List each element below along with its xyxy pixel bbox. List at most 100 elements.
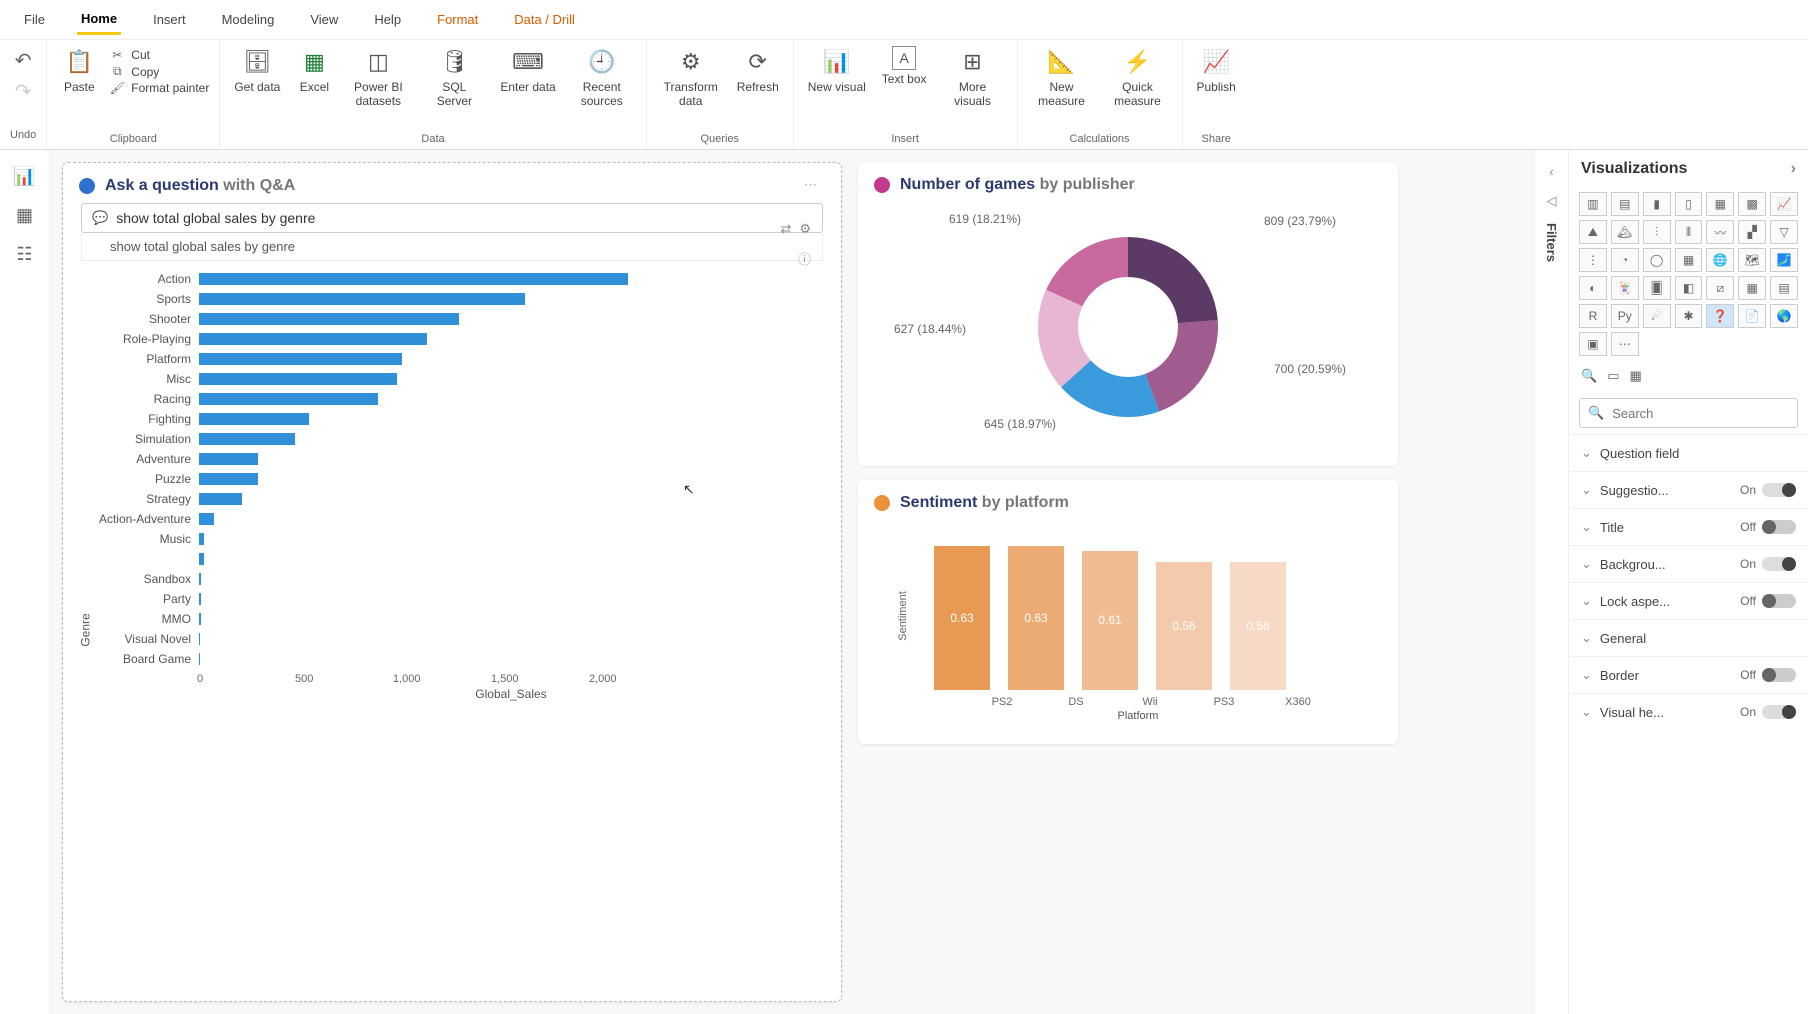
menu-view[interactable]: View [306, 6, 342, 33]
info-icon[interactable]: ⓘ [798, 249, 811, 268]
viz-type-key-influencer[interactable]: ☄ [1643, 304, 1671, 328]
viz-type-map[interactable]: 🌐 [1706, 248, 1734, 272]
qna-suggestion[interactable]: show total global sales by genre [81, 233, 823, 261]
fmt-general[interactable]: ⌄General [1569, 619, 1808, 656]
publisher-donut-visual[interactable]: Number of games by publisher 809 (23.79%… [858, 162, 1398, 466]
menu-insert[interactable]: Insert [149, 6, 190, 33]
cut-button[interactable]: ✂Cut [109, 48, 150, 62]
viz-type-slicer[interactable]: ⧄ [1706, 276, 1734, 300]
chevron-left-icon[interactable]: ‹ [1549, 164, 1553, 179]
viz-type-paginated[interactable]: 📄 [1738, 304, 1766, 328]
fmt-border[interactable]: ⌄Border Off [1569, 656, 1808, 693]
enter-data-button[interactable]: ⌨Enter data [496, 44, 559, 96]
qna-convert-icon[interactable]: ⇄ [780, 221, 791, 237]
chevron-right-icon[interactable]: › [1791, 160, 1796, 178]
transform-data-button[interactable]: ⚙Transform data [657, 44, 725, 111]
viz-type-matrix[interactable]: ▤ [1770, 276, 1798, 300]
viz-type-py[interactable]: Py [1611, 304, 1639, 328]
recent-sources-button[interactable]: 🕘Recent sources [568, 44, 636, 111]
viz-type-arcgis[interactable]: 🌎 [1770, 304, 1798, 328]
pbi-datasets-button[interactable]: ◫Power BI datasets [344, 44, 412, 111]
viz-type-waterfall[interactable]: ▞ [1738, 220, 1766, 244]
viz-type-decomp[interactable]: ✱ [1675, 304, 1703, 328]
format-painter-button[interactable]: 🖌Format painter [109, 81, 209, 95]
refresh-button[interactable]: ⟳Refresh [733, 44, 783, 96]
menu-modeling[interactable]: Modeling [218, 6, 279, 33]
sql-server-button[interactable]: 🛢SQL Server [420, 44, 488, 111]
menu-format[interactable]: Format [433, 6, 482, 33]
menu-help[interactable]: Help [370, 6, 405, 33]
filters-expand-icon[interactable]: ◁ [1547, 193, 1557, 209]
quick-measure-button[interactable]: ⚡Quick measure [1104, 44, 1172, 111]
viz-type-card[interactable]: 🃏 [1611, 276, 1639, 300]
toggle-lock-aspect[interactable] [1762, 594, 1796, 608]
fields-mode-icon[interactable]: ▭ [1607, 368, 1619, 384]
viz-search[interactable]: 🔍 [1579, 398, 1798, 428]
copy-button[interactable]: ⧉Copy [109, 64, 159, 79]
viz-type-treemap[interactable]: ▦ [1675, 248, 1703, 272]
viz-type-clustered-col[interactable]: ▯ [1675, 192, 1703, 216]
fmt-visual-header[interactable]: ⌄Visual he... On [1569, 693, 1808, 730]
viz-type-line[interactable]: 📈 [1770, 192, 1798, 216]
viz-type-gauge[interactable]: ◐ [1579, 276, 1607, 300]
viz-type-donut[interactable]: ◯ [1643, 248, 1671, 272]
qna-input[interactable] [116, 210, 812, 226]
viz-type-area[interactable]: ⛰ [1579, 220, 1607, 244]
fmt-title[interactable]: ⌄Title Off [1569, 508, 1808, 545]
viz-type-line-col2[interactable]: ⫴ [1675, 220, 1703, 244]
viz-type-ribbon[interactable]: 〰 [1706, 220, 1734, 244]
viz-type-qna[interactable]: ❓ [1706, 304, 1734, 328]
viz-type-kpi[interactable]: ◧ [1675, 276, 1703, 300]
qna-settings-icon[interactable]: ⚙ [799, 221, 811, 237]
viz-type-100-col[interactable]: ▩ [1738, 192, 1766, 216]
viz-type-pie[interactable]: ◔ [1611, 248, 1639, 272]
viz-type-stacked-bar[interactable]: ▥ [1579, 192, 1607, 216]
undo-icon[interactable]: ↶ [15, 48, 32, 73]
viz-type-more[interactable]: ⋯ [1611, 332, 1639, 356]
new-measure-button[interactable]: 📐New measure [1028, 44, 1096, 111]
toggle-background[interactable] [1762, 557, 1796, 571]
visual-options-icon[interactable]: ⋯ [804, 177, 819, 193]
fmt-lock-aspect[interactable]: ⌄Lock aspe... Off [1569, 582, 1808, 619]
menu-home[interactable]: Home [77, 5, 121, 35]
toggle-suggestions[interactable] [1762, 483, 1796, 497]
viz-type-line-col[interactable]: ⫶ [1643, 220, 1671, 244]
paste-button[interactable]: 📋 Paste [57, 44, 101, 96]
toggle-visual-header[interactable] [1762, 705, 1796, 719]
viz-type-stacked-area[interactable]: 🏔 [1611, 220, 1639, 244]
report-view-icon[interactable]: 📊 [13, 166, 35, 187]
viz-type-table[interactable]: ▦ [1738, 276, 1766, 300]
menu-file[interactable]: File [20, 6, 49, 33]
viz-type-r[interactable]: R [1579, 304, 1607, 328]
search-mode-icon[interactable]: 🔍 [1581, 368, 1597, 384]
viz-type-scatter[interactable]: ⋮ [1579, 248, 1607, 272]
excel-button[interactable]: ▦Excel [292, 44, 336, 96]
model-view-icon[interactable]: ☷ [16, 244, 32, 265]
viz-type-100-bar[interactable]: ▦ [1706, 192, 1734, 216]
sentiment-bar-visual[interactable]: Sentiment by platform Sentiment 0.630.63… [858, 480, 1398, 744]
viz-search-input[interactable] [1612, 406, 1789, 421]
more-visuals-button[interactable]: ⊞More visuals [939, 44, 1007, 111]
toggle-border[interactable] [1762, 668, 1796, 682]
viz-type-clustered-bar[interactable]: ▤ [1611, 192, 1639, 216]
format-mode-icon[interactable]: ▦ [1629, 368, 1641, 384]
text-box-button[interactable]: AText box [878, 44, 931, 88]
viz-type-stacked-col[interactable]: ▮ [1643, 192, 1671, 216]
fmt-background[interactable]: ⌄Backgrou... On [1569, 545, 1808, 582]
viz-type-filled-map[interactable]: 🗺 [1738, 248, 1766, 272]
qna-visual[interactable]: ⋯ Ask a question with Q&A 💬 ⇄ ⚙ show tot… [62, 162, 842, 1002]
viz-type-powerapp[interactable]: ▣ [1579, 332, 1607, 356]
qna-input-wrap[interactable]: 💬 [81, 203, 823, 233]
data-view-icon[interactable]: ▦ [16, 205, 33, 226]
filters-pane-collapsed[interactable]: ‹ ◁ Filters [1534, 150, 1568, 1014]
toggle-title[interactable] [1762, 520, 1796, 534]
viz-type-azure-map[interactable]: 🗾 [1770, 248, 1798, 272]
publish-button[interactable]: 📈Publish [1193, 44, 1240, 96]
new-visual-button[interactable]: 📊New visual [804, 44, 870, 96]
fmt-question-field[interactable]: ⌄Question field [1569, 434, 1808, 471]
redo-icon[interactable]: ↷ [15, 79, 32, 104]
get-data-button[interactable]: 🗄Get data [230, 44, 284, 96]
viz-type-multi-card[interactable]: 🂠 [1643, 276, 1671, 300]
menu-data-drill[interactable]: Data / Drill [510, 6, 579, 33]
fmt-suggestions[interactable]: ⌄Suggestio... On [1569, 471, 1808, 508]
